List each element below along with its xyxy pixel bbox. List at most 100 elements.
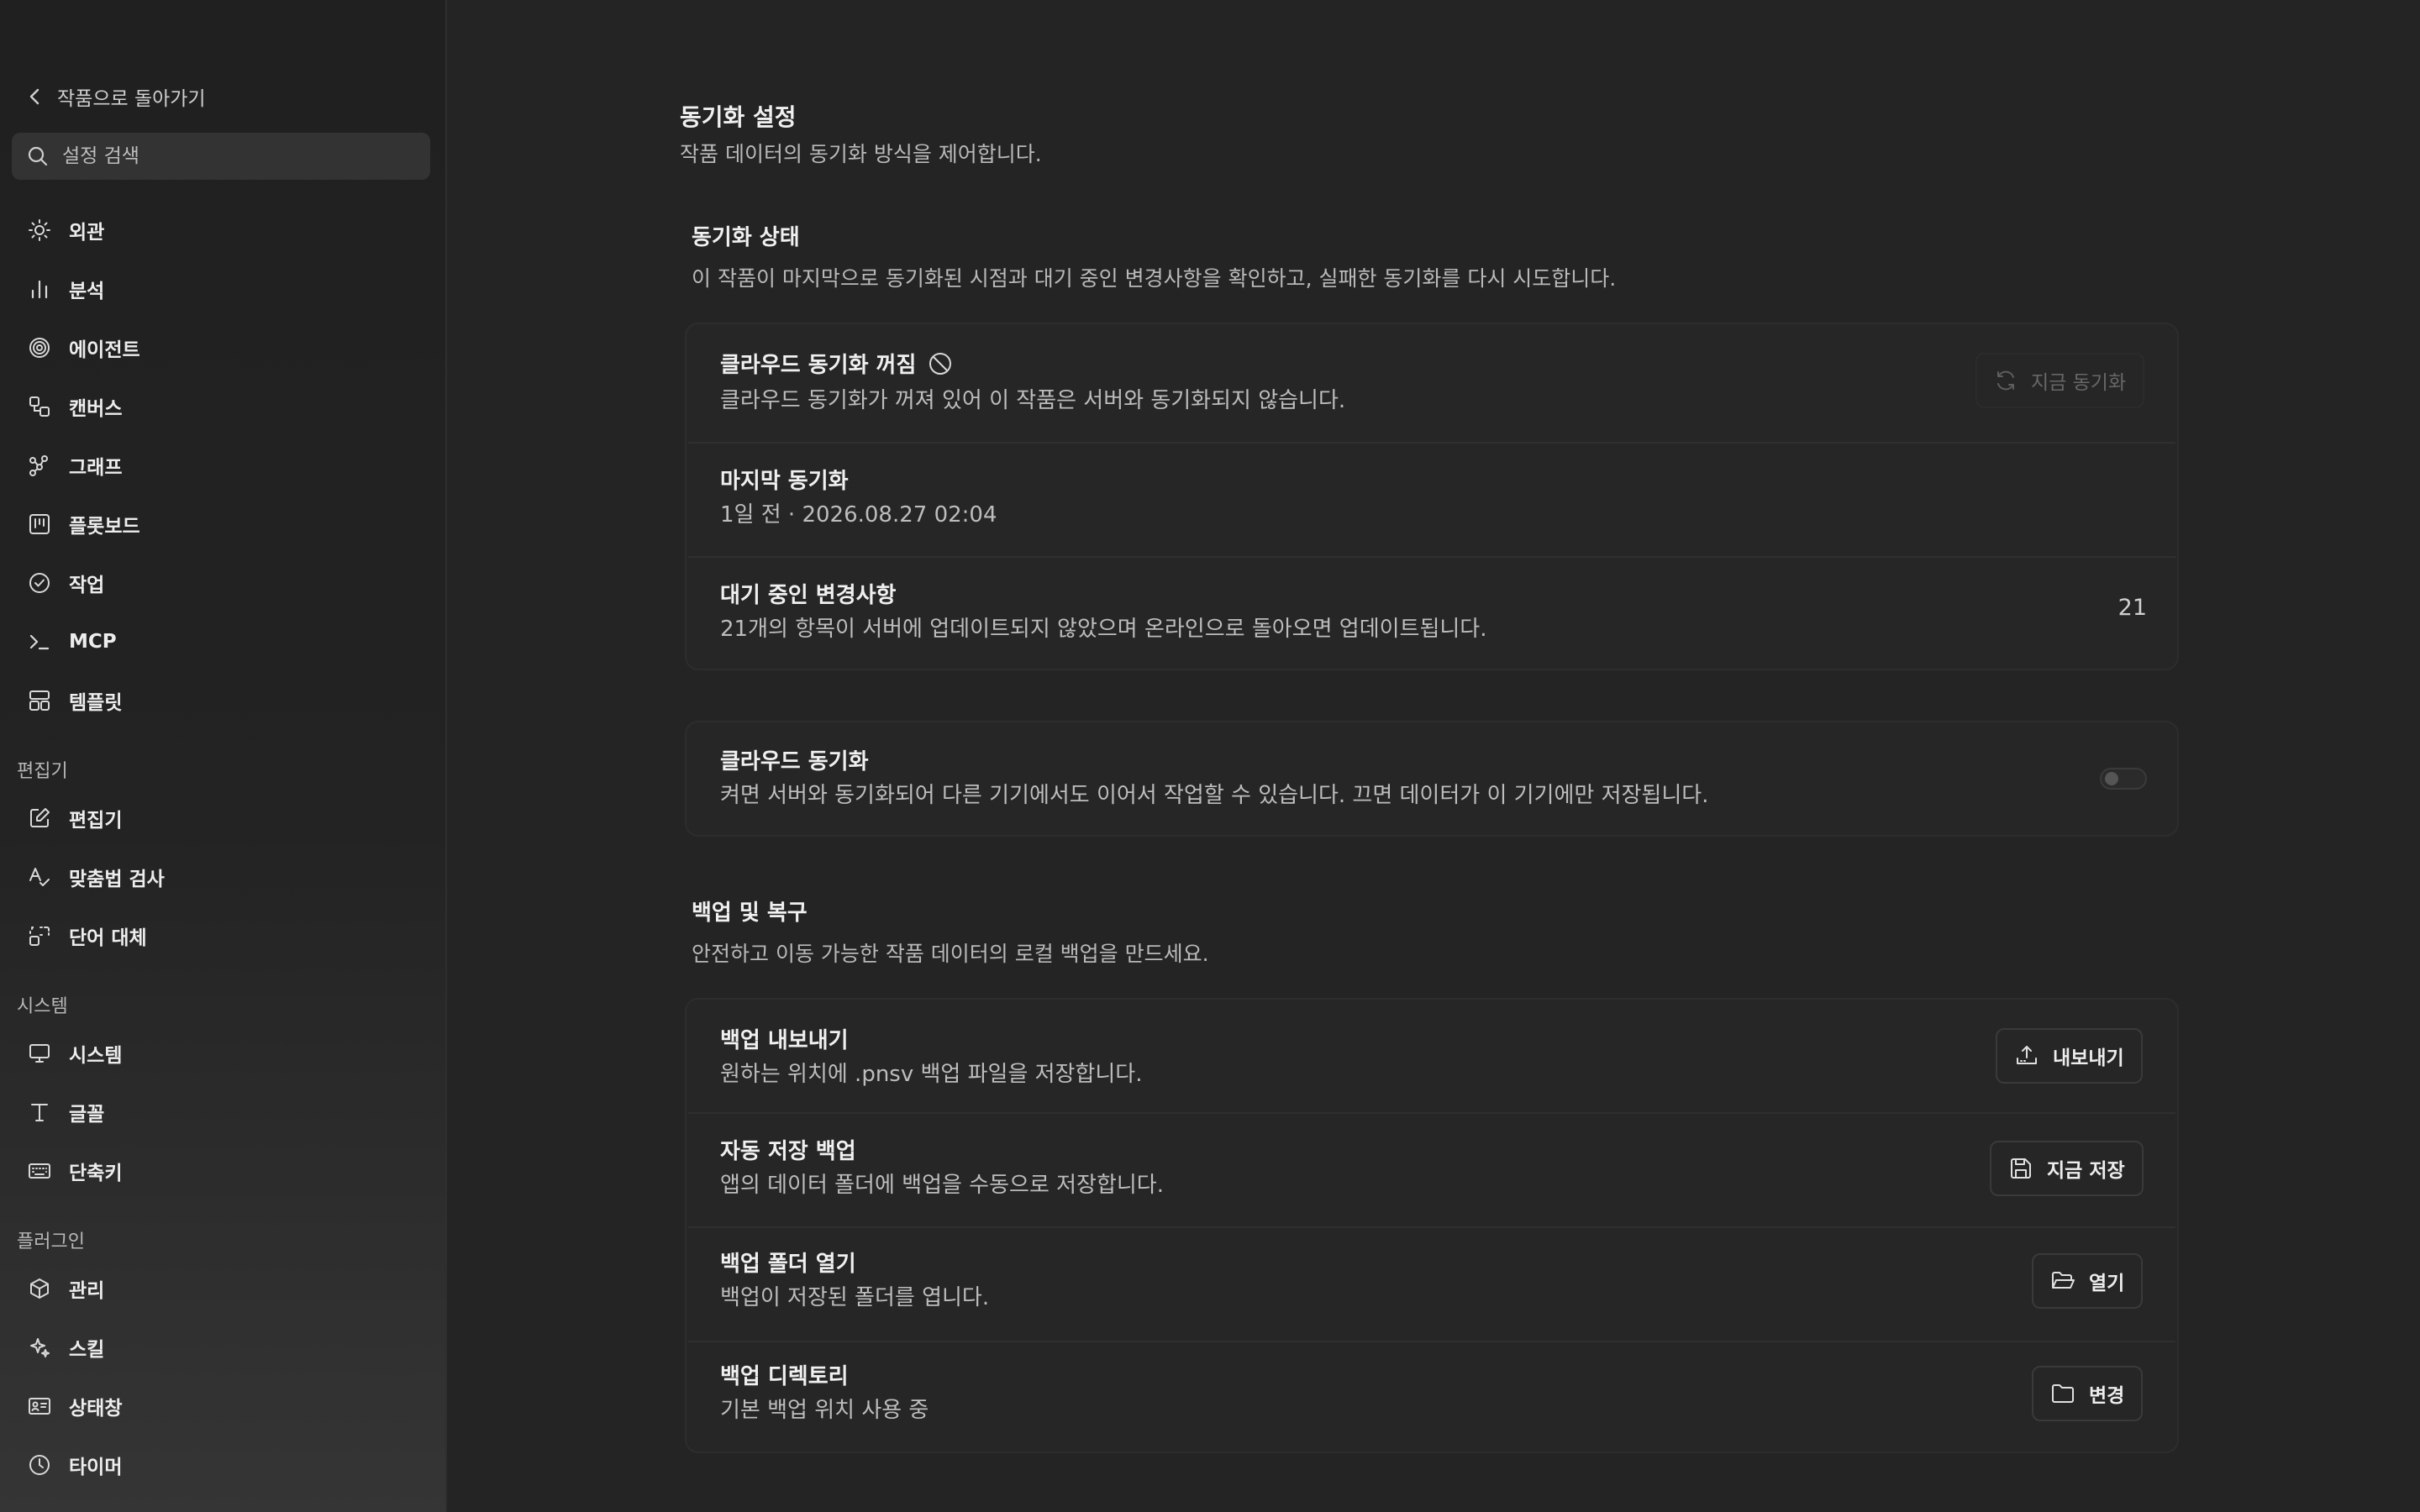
sync-now-label: 지금 동기화	[2031, 372, 2127, 394]
sidebar-item-label: 상태창	[69, 1398, 123, 1420]
backup-row-title: 백업 디렉토리	[720, 1364, 849, 1389]
sidebar-item-label: 맞춤법 검사	[69, 869, 165, 890]
spell-check-icon	[27, 864, 52, 890]
pending-count: 21	[2118, 595, 2147, 621]
sidebar-item-graph[interactable]: 그래프	[12, 442, 430, 489]
sidebar-item-label: 작업	[69, 575, 105, 596]
keyboard-icon	[27, 1158, 52, 1184]
sync-now-button[interactable]: 지금 동기화	[1975, 353, 2145, 408]
pending-changes-row: 대기 중인 변경사항 21개의 항목이 서버에 업데이트되지 않았으며 온라인으…	[687, 558, 2177, 670]
open-folder-label: 열기	[2089, 1273, 2125, 1294]
last-sync-value: 1일 전 · 2026.08.27 02:04	[720, 502, 997, 528]
sidebar-item-label: 시스템	[69, 1045, 123, 1067]
save-now-button[interactable]: 지금 저장	[1990, 1141, 2144, 1196]
sidebar-item-label: 관리	[69, 1280, 105, 1302]
sidebar-item-label: 플롯보드	[69, 516, 140, 538]
back-link-label: 작품으로 돌아가기	[57, 88, 206, 110]
cloud-off-title-wrap: 클라우드 동기화 꺼짐	[720, 348, 953, 379]
type-icon	[27, 1100, 52, 1125]
sidebar-item-label: 캔버스	[69, 398, 123, 420]
sidebar-item-fonts[interactable]: 글꼴	[12, 1089, 430, 1136]
backup-row-description: 앱의 데이터 폴더에 백업을 수동으로 저장합니다.	[720, 1173, 1164, 1198]
backup-row-description: 원하는 위치에 .pnsv 백업 파일을 저장합니다.	[720, 1062, 1143, 1087]
sidebar-item-manage[interactable]: 관리	[12, 1265, 430, 1312]
sidebar-item-canvas[interactable]: 캔버스	[12, 383, 430, 430]
open-folder-button[interactable]: 열기	[2032, 1253, 2144, 1309]
sidebar-item-agent[interactable]: 에이전트	[12, 324, 430, 371]
sidebar-item-skills[interactable]: 스킬	[12, 1324, 430, 1371]
save-icon	[2008, 1156, 2033, 1181]
sidebar-item-label: MCP	[69, 631, 117, 653]
sidebar-section-editor: 편집기	[17, 761, 68, 782]
cloud-off-description: 클라우드 동기화가 꺼져 있어 이 작품은 서버와 동기화되지 않습니다.	[720, 388, 1346, 413]
sidebar-item-spellcheck[interactable]: 맞춤법 검사	[12, 853, 430, 900]
change-directory-button[interactable]: 변경	[2032, 1366, 2144, 1421]
backup-export-row: 백업 내보내기 원하는 위치에 .pnsv 백업 파일을 저장합니다. 내보내기	[687, 1000, 2177, 1112]
sync-status-card: 클라우드 동기화 꺼짐 클라우드 동기화가 꺼져 있어 이 작품은 서버와 동기…	[685, 323, 2179, 670]
pencil-square-icon	[27, 806, 52, 831]
sidebar-item-templates[interactable]: 템플릿	[12, 677, 430, 724]
sparkles-icon	[27, 1335, 52, 1360]
settings-search[interactable]	[12, 133, 430, 180]
terminal-icon	[27, 629, 52, 654]
backup-card: 백업 내보내기 원하는 위치에 .pnsv 백업 파일을 저장합니다. 내보내기…	[685, 998, 2179, 1453]
shapes-icon	[27, 394, 52, 419]
sidebar-item-system[interactable]: 시스템	[12, 1030, 430, 1077]
folder-icon	[2050, 1381, 2075, 1406]
settings-sidebar: 작품으로 돌아가기 외관 분석 에이전트 캔버스 그래프 플롯보드 작업 MCP	[0, 0, 445, 1512]
bar-chart-icon	[27, 276, 52, 302]
sidebar-item-editor[interactable]: 편집기	[12, 795, 430, 842]
sidebar-item-shortcuts[interactable]: 단축키	[12, 1147, 430, 1194]
cloud-sync-description: 켜면 서버와 동기화되어 다른 기기에서도 이어서 작업할 수 있습니다. 끄면…	[720, 783, 1709, 808]
change-directory-label: 변경	[2089, 1385, 2125, 1407]
toggle-knob	[2105, 772, 2118, 785]
sync-status-description: 이 작품이 마지막으로 동기화된 시점과 대기 중인 변경사항을 확인하고, 실…	[692, 266, 1617, 291]
export-icon	[2014, 1043, 2039, 1068]
sun-icon	[27, 218, 52, 243]
backup-heading: 백업 및 복구	[692, 900, 808, 926]
cloud-sync-off-row: 클라우드 동기화 꺼짐 클라우드 동기화가 꺼져 있어 이 작품은 서버와 동기…	[687, 324, 2177, 442]
sidebar-item-word-replace[interactable]: 단어 대체	[12, 912, 430, 959]
backup-directory-row: 백업 디렉토리 기본 백업 위치 사용 중 변경	[687, 1342, 2177, 1455]
pending-changes-title: 대기 중인 변경사항	[720, 583, 897, 608]
refresh-icon	[1994, 369, 2018, 392]
cloud-sync-title: 클라우드 동기화	[720, 749, 869, 774]
sidebar-item-label: 템플릿	[69, 692, 123, 714]
page-title: 동기화 설정	[680, 103, 797, 131]
sidebar-item-plotboard[interactable]: 플롯보드	[12, 501, 430, 548]
export-label: 내보내기	[2053, 1047, 2124, 1069]
search-input[interactable]	[60, 144, 417, 168]
sidebar-item-label: 에이전트	[69, 339, 140, 361]
sidebar-item-label: 분석	[69, 281, 105, 302]
id-card-icon	[27, 1394, 52, 1419]
save-now-label: 지금 저장	[2047, 1160, 2125, 1182]
export-button[interactable]: 내보내기	[1996, 1028, 2143, 1084]
spiral-icon	[27, 335, 52, 360]
chevron-left-icon	[29, 87, 40, 106]
last-sync-title: 마지막 동기화	[720, 469, 849, 494]
back-to-work-link[interactable]: 작품으로 돌아가기	[29, 84, 206, 110]
pending-changes-description: 21개의 항목이 서버에 업데이트되지 않았으며 온라인으로 돌아오면 업데이트…	[720, 617, 1487, 642]
autosave-backup-row: 자동 저장 백업 앱의 데이터 폴더에 백업을 수동으로 저장합니다. 지금 저…	[687, 1114, 2177, 1226]
open-backup-folder-row: 백업 폴더 열기 백업이 저장된 폴더를 엽니다. 열기	[687, 1228, 2177, 1341]
sidebar-section-plugins: 플러그인	[17, 1231, 85, 1252]
ban-icon	[928, 351, 953, 376]
sidebar-section-system: 시스템	[17, 996, 68, 1017]
sidebar-item-tasks[interactable]: 작업	[12, 559, 430, 606]
backup-row-description: 백업이 저장된 폴더를 엽니다.	[720, 1285, 990, 1310]
sidebar-item-label: 단어 대체	[69, 927, 147, 949]
sidebar-item-mcp[interactable]: MCP	[12, 618, 430, 665]
cloud-sync-card: 클라우드 동기화 켜면 서버와 동기화되어 다른 기기에서도 이어서 작업할 수…	[685, 721, 2179, 837]
cloud-sync-toggle[interactable]	[2100, 768, 2147, 790]
replace-icon	[27, 923, 52, 948]
sidebar-item-analytics[interactable]: 분석	[12, 265, 430, 312]
sidebar-item-timer[interactable]: 타이머	[12, 1441, 430, 1488]
sidebar-item-label: 스킬	[69, 1339, 105, 1361]
sidebar-item-appearance[interactable]: 외관	[12, 207, 430, 254]
last-sync-row: 마지막 동기화 1일 전 · 2026.08.27 02:04	[687, 444, 2177, 556]
kanban-icon	[27, 512, 52, 537]
sidebar-item-status-window[interactable]: 상태창	[12, 1383, 430, 1430]
folder-open-icon	[2050, 1268, 2075, 1294]
backup-description: 안전하고 이동 가능한 작품 데이터의 로컬 백업을 만드세요.	[692, 942, 1209, 966]
backup-row-title: 백업 내보내기	[720, 1028, 849, 1053]
